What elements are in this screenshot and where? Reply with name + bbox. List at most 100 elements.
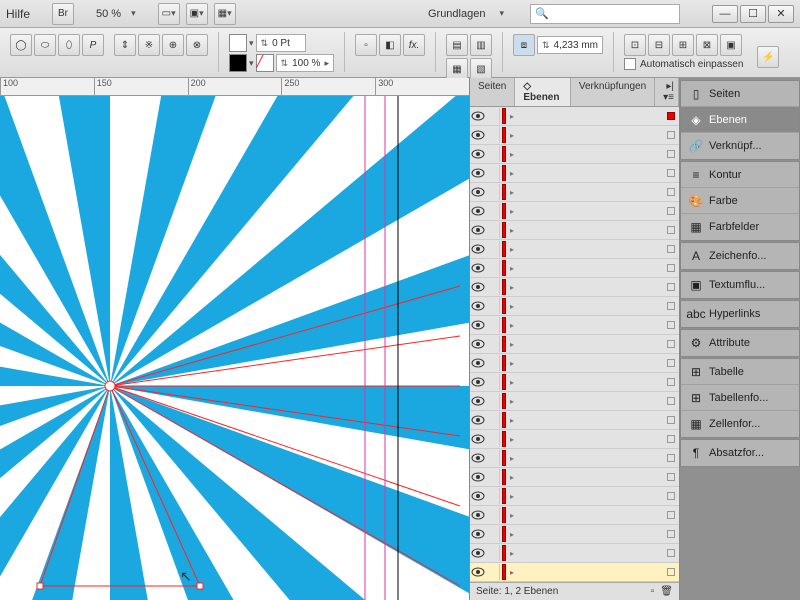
layer-row[interactable]: ▸ — [470, 164, 679, 183]
fit-icon[interactable]: ⊠ — [696, 34, 718, 56]
lock-slot[interactable] — [488, 336, 500, 352]
selection-box[interactable] — [667, 435, 675, 443]
selection-box[interactable] — [667, 511, 675, 519]
lock-slot[interactable] — [488, 545, 500, 561]
layer-row[interactable]: ▸ — [470, 544, 679, 563]
dock-ebenen[interactable]: ◈Ebenen — [681, 107, 799, 133]
tab-ebenen[interactable]: ◇ Ebenen — [515, 78, 571, 106]
layer-row[interactable]: ▸ — [470, 354, 679, 373]
selection-box[interactable] — [667, 397, 675, 405]
visibility-icon[interactable] — [470, 431, 486, 447]
visibility-icon[interactable] — [470, 374, 486, 390]
layer-row[interactable]: ▸ — [470, 506, 679, 525]
visibility-icon[interactable] — [470, 298, 486, 314]
fx-button[interactable]: fx. — [403, 34, 425, 56]
layer-row[interactable]: ▸ — [470, 468, 679, 487]
selection-box[interactable] — [667, 131, 675, 139]
disclosure-icon[interactable]: ▸ — [508, 169, 516, 178]
layer-row[interactable]: ▸ — [470, 183, 679, 202]
selection-box[interactable] — [667, 454, 675, 462]
selection-box[interactable] — [667, 188, 675, 196]
dock-zellenfor[interactable]: ▦Zellenfor... — [681, 411, 799, 437]
view-options-button[interactable]: ▭▾ — [158, 3, 180, 25]
selection-box[interactable] — [667, 568, 675, 576]
disclosure-icon[interactable]: ▸ — [508, 549, 516, 558]
disclosure-icon[interactable]: ▸ — [508, 378, 516, 387]
lock-slot[interactable] — [488, 146, 500, 162]
selection-box[interactable] — [667, 340, 675, 348]
tool-icon[interactable]: ⇕ — [114, 34, 136, 56]
lock-slot[interactable] — [488, 222, 500, 238]
disclosure-icon[interactable]: ▸ — [508, 207, 516, 216]
selection-box[interactable] — [667, 416, 675, 424]
workspace-dropdown[interactable]: Grundlagen▾ — [424, 8, 508, 20]
dock-tabellenfo[interactable]: ⊞Tabellenfo... — [681, 385, 799, 411]
flash-icon[interactable]: ⚡ — [757, 46, 779, 68]
dock-verknpf[interactable]: 🔗Verknüpf... — [681, 133, 799, 159]
visibility-icon[interactable] — [470, 165, 486, 181]
minimize-button[interactable]: — — [712, 5, 738, 23]
lock-slot[interactable] — [488, 203, 500, 219]
selection-box[interactable] — [667, 112, 675, 120]
disclosure-icon[interactable]: ▸ — [508, 359, 516, 368]
tool-icon[interactable]: ◯ — [10, 34, 32, 56]
disclosure-icon[interactable]: ▸ — [508, 112, 516, 121]
selection-box[interactable] — [667, 302, 675, 310]
tab-seiten[interactable]: Seiten — [470, 78, 515, 106]
disclosure-icon[interactable]: ▸ — [508, 188, 516, 197]
lock-slot[interactable] — [488, 488, 500, 504]
layer-row[interactable]: ▸ — [470, 145, 679, 164]
lock-slot[interactable] — [488, 108, 500, 124]
lock-slot[interactable] — [488, 127, 500, 143]
lock-slot[interactable] — [488, 393, 500, 409]
visibility-icon[interactable] — [470, 108, 486, 124]
lock-slot[interactable] — [488, 374, 500, 390]
bridge-button[interactable]: Br — [52, 3, 74, 25]
visibility-icon[interactable] — [470, 317, 486, 333]
selection-box[interactable] — [667, 378, 675, 386]
selection-box[interactable] — [667, 207, 675, 215]
delete-layer-icon[interactable]: 🗑 — [660, 586, 673, 597]
disclosure-icon[interactable]: ▸ — [508, 454, 516, 463]
selection-box[interactable] — [667, 150, 675, 158]
fit-icon[interactable]: ⊞ — [672, 34, 694, 56]
selection-box[interactable] — [667, 549, 675, 557]
selection-box[interactable] — [667, 321, 675, 329]
disclosure-icon[interactable]: ▸ — [508, 530, 516, 539]
disclosure-icon[interactable]: ▸ — [508, 131, 516, 140]
dock-farbe[interactable]: 🎨Farbe — [681, 188, 799, 214]
layer-row[interactable]: ▸ — [470, 278, 679, 297]
new-layer-icon[interactable]: ▫ — [651, 586, 655, 597]
layer-row[interactable]: ▸ — [470, 525, 679, 544]
tool-icon[interactable]: ⊗ — [186, 34, 208, 56]
selection-box[interactable] — [667, 283, 675, 291]
disclosure-icon[interactable]: ▸ — [508, 511, 516, 520]
dock-attribute[interactable]: ⚙Attribute — [681, 330, 799, 356]
arrange-button[interactable]: ▦▾ — [214, 3, 236, 25]
tool-icon[interactable]: ⬭ — [34, 34, 56, 56]
visibility-icon[interactable] — [470, 469, 486, 485]
layer-row[interactable]: ▸ — [470, 107, 679, 126]
disclosure-icon[interactable]: ▸ — [508, 150, 516, 159]
disclosure-icon[interactable]: ▸ — [508, 283, 516, 292]
opacity-field[interactable]: ⇅100 %▸ — [276, 54, 334, 72]
layer-row[interactable]: ▸ — [470, 411, 679, 430]
wrap-icon[interactable]: ▧ — [470, 58, 492, 80]
layer-row[interactable]: ▸ — [470, 335, 679, 354]
layer-row[interactable]: ▸ — [470, 316, 679, 335]
measure-field[interactable]: ⇅4,233 mm — [537, 36, 603, 54]
tool-icon[interactable]: P — [82, 34, 104, 56]
layer-row[interactable]: ▸ — [470, 373, 679, 392]
layers-list[interactable]: ▸▸▸▸▸▸▸▸▸▸▸▸▸▸▸▸▸▸▸▸▸▸▸▸▸ — [470, 107, 679, 582]
dock-zeichenfo[interactable]: AZeichenfo... — [681, 243, 799, 269]
disclosure-icon[interactable]: ▸ — [508, 226, 516, 235]
none-swatch[interactable]: ╱ — [256, 54, 274, 72]
visibility-icon[interactable] — [470, 127, 486, 143]
visibility-icon[interactable] — [470, 355, 486, 371]
visibility-icon[interactable] — [470, 279, 486, 295]
layer-row[interactable]: ▸ — [470, 126, 679, 145]
selection-box[interactable] — [667, 530, 675, 538]
lock-slot[interactable] — [488, 241, 500, 257]
screen-mode-button[interactable]: ▣▾ — [186, 3, 208, 25]
disclosure-icon[interactable]: ▸ — [508, 435, 516, 444]
